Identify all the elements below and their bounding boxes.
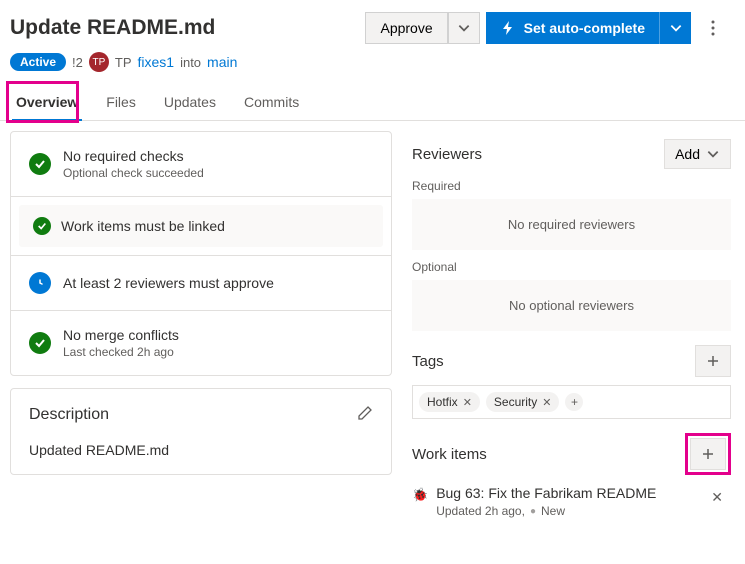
status-dot-icon: ● xyxy=(530,506,536,517)
required-reviewers-empty: No required reviewers xyxy=(412,199,731,250)
approve-button[interactable]: Approve xyxy=(365,12,447,44)
optional-reviewers-empty: No optional reviewers xyxy=(412,280,731,331)
check-success-icon xyxy=(29,332,51,354)
pencil-icon xyxy=(357,405,373,421)
tags-heading: Tags xyxy=(412,353,444,370)
workitem-state: New xyxy=(541,504,565,518)
check-success-icon xyxy=(33,217,51,235)
lightning-icon xyxy=(500,20,516,36)
workitem-title: Bug 63: Fix the Fabrikam README xyxy=(436,485,656,501)
add-workitem-button[interactable] xyxy=(690,438,726,470)
description-heading: Description xyxy=(29,406,109,424)
checks-card: No required checks Optional check succee… xyxy=(10,131,392,376)
more-actions-button[interactable] xyxy=(697,12,729,44)
remove-workitem-button[interactable]: ✕ xyxy=(703,485,731,510)
edit-description-button[interactable] xyxy=(357,405,373,424)
check-title: No merge conflicts xyxy=(63,327,179,343)
remove-tag-button[interactable]: ✕ xyxy=(542,396,551,409)
check-title: No required checks xyxy=(63,148,204,164)
chevron-down-icon xyxy=(706,147,720,161)
into-text: into xyxy=(180,55,201,70)
tag-label: Hotfix xyxy=(427,395,458,409)
workitems-heading: Work items xyxy=(412,446,487,463)
plus-icon xyxy=(701,447,715,461)
pr-number: !2 xyxy=(72,55,83,70)
author-initials: TP xyxy=(115,55,132,70)
check-subtitle: Last checked 2h ago xyxy=(63,345,179,359)
tag-chip[interactable]: Security ✕ xyxy=(486,392,560,412)
reviewers-heading: Reviewers xyxy=(412,146,482,163)
avatar: TP xyxy=(89,52,109,72)
bug-icon: 🐞 xyxy=(412,487,428,503)
description-card: Description Updated README.md xyxy=(10,388,392,475)
target-branch-link[interactable]: main xyxy=(207,54,237,70)
remove-tag-button[interactable]: ✕ xyxy=(463,396,472,409)
status-badge: Active xyxy=(10,53,66,71)
tab-overview[interactable]: Overview xyxy=(12,86,82,120)
check-subtitle: Optional check succeeded xyxy=(63,166,204,180)
autocomplete-label: Set auto-complete xyxy=(524,20,645,36)
description-body: Updated README.md xyxy=(29,442,373,458)
tab-files[interactable]: Files xyxy=(102,86,140,120)
chevron-down-icon xyxy=(669,21,683,35)
add-reviewer-label: Add xyxy=(675,146,700,162)
add-tag-inline-button[interactable]: + xyxy=(565,393,583,411)
workitem-row[interactable]: 🐞 Bug 63: Fix the Fabrikam README Update… xyxy=(412,485,731,518)
approve-label: Approve xyxy=(380,20,432,36)
check-title: Work items must be linked xyxy=(61,218,225,234)
annotation-highlight xyxy=(685,433,731,475)
optional-label: Optional xyxy=(412,260,731,274)
tab-commits[interactable]: Commits xyxy=(240,86,303,120)
set-autocomplete-button[interactable]: Set auto-complete xyxy=(486,12,659,44)
tags-strip: Hotfix ✕ Security ✕ + xyxy=(412,385,731,419)
check-title: At least 2 reviewers must approve xyxy=(63,275,274,291)
autocomplete-dropdown[interactable] xyxy=(659,12,691,44)
tab-updates[interactable]: Updates xyxy=(160,86,220,120)
clock-icon xyxy=(29,272,51,294)
chevron-down-icon xyxy=(457,21,471,35)
required-label: Required xyxy=(412,179,731,193)
approve-dropdown[interactable] xyxy=(448,12,480,44)
page-title: Update README.md xyxy=(10,16,215,40)
tag-label: Security xyxy=(494,395,537,409)
check-success-icon xyxy=(29,153,51,175)
add-tag-button[interactable] xyxy=(695,345,731,377)
plus-icon xyxy=(706,354,720,368)
tag-chip[interactable]: Hotfix ✕ xyxy=(419,392,480,412)
add-reviewer-button[interactable]: Add xyxy=(664,139,731,169)
source-branch-link[interactable]: fixes1 xyxy=(138,54,175,70)
workitem-updated: Updated 2h ago, xyxy=(436,504,525,518)
kebab-icon xyxy=(711,20,715,36)
